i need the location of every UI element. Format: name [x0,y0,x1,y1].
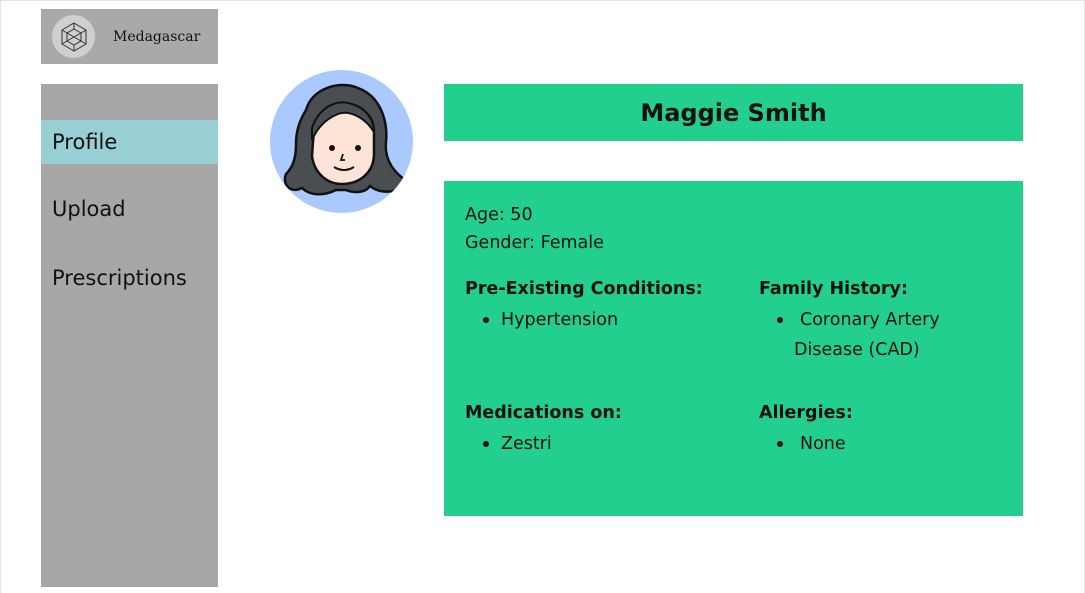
sidebar-item-label: Profile [52,130,118,154]
brand-header[interactable]: Medagascar [41,9,218,64]
list-item-text: Hypertension [501,310,619,330]
allergies-title: Allergies: [759,403,853,423]
sidebar-item-label: Prescriptions [52,266,187,290]
brand-name: Medagascar [113,28,201,45]
list-item: None [775,429,985,459]
patient-age: Age: 50 [465,205,533,225]
sidebar-item-label: Upload [52,197,126,221]
patient-name: Maggie Smith [640,98,827,127]
patient-name-banner: Maggie Smith [444,84,1023,141]
list-item: Hypertension [481,305,731,335]
family-history-title: Family History: [759,279,908,299]
allergies-list: None [775,429,985,459]
medications-title: Medications on: [465,403,622,423]
sidebar-item-upload[interactable]: Upload [41,187,218,231]
pre-existing-conditions-list: Hypertension [481,305,731,335]
list-item: Zestri [481,429,731,459]
pre-existing-conditions-title: Pre-Existing Conditions: [465,279,703,299]
list-item-text: None [800,434,846,454]
sidebar: Profile Upload Prescriptions [41,84,218,587]
geometric-cube-logo-icon [52,15,95,58]
sidebar-item-prescriptions[interactable]: Prescriptions [41,256,218,300]
medications-list: Zestri [481,429,731,459]
patient-info-card: Age: 50 Gender: Female Pre-Existing Cond… [444,181,1023,516]
woman-avatar-icon [270,70,413,213]
list-item-text: Coronary Artery Disease (CAD) [794,310,940,360]
list-item-text: Zestri [501,434,552,454]
family-history-list: Coronary Artery Disease (CAD) [775,305,985,365]
list-item: Coronary Artery Disease (CAD) [775,305,985,365]
patient-gender: Gender: Female [465,233,604,253]
sidebar-item-profile[interactable]: Profile [41,120,218,164]
